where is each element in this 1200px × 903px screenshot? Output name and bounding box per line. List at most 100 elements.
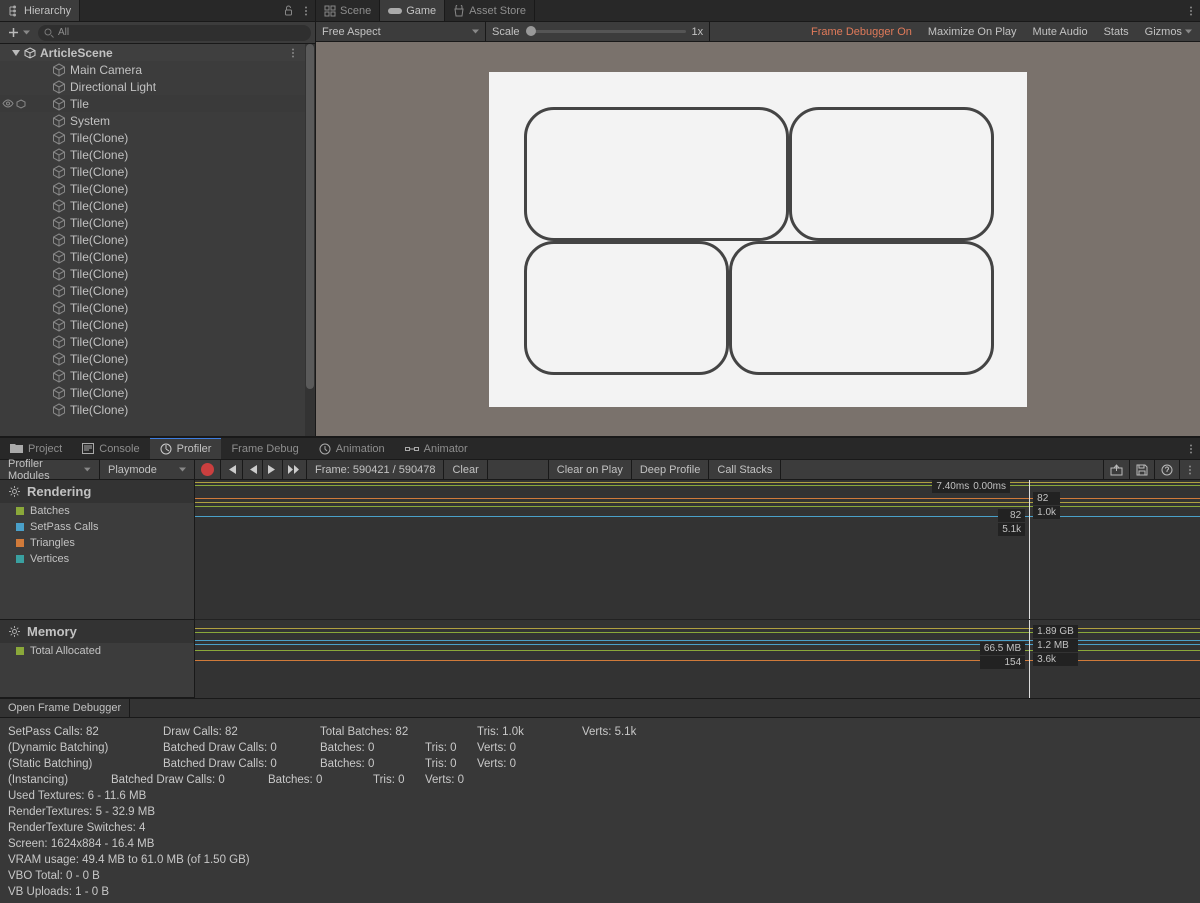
stat: Batched Draw Calls: 0	[163, 756, 320, 772]
hierarchy-item[interactable]: Tile(Clone)	[0, 401, 305, 418]
legend-item: SetPass Calls	[0, 519, 194, 535]
scale-slider[interactable]	[526, 30, 686, 33]
frame-indicator: Frame: 590421 / 590478	[307, 460, 444, 479]
hierarchy-tab[interactable]: Hierarchy	[0, 0, 80, 21]
bottom-tabbar: Project Console Profiler Frame Debug Ani…	[0, 438, 1200, 460]
next-frame-button[interactable]	[263, 460, 283, 479]
deep-profile-button[interactable]: Deep Profile	[632, 460, 710, 479]
stat: Verts: 0	[425, 772, 464, 788]
hierarchy-item[interactable]: Tile(Clone)	[0, 282, 305, 299]
rendering-graph[interactable]: 7.40ms0.00ms 82 1.0k 82 5.1k	[195, 480, 1200, 620]
tab-scene[interactable]: Scene	[316, 0, 380, 21]
stat: Batched Draw Calls: 0	[163, 740, 320, 756]
game-panel: Scene Game Asset Store Free Aspect	[316, 0, 1200, 436]
hierarchy-search[interactable]: All	[38, 25, 311, 41]
tab-animator[interactable]: Animator	[395, 438, 478, 459]
maximize-on-play-button[interactable]: Maximize On Play	[920, 22, 1025, 41]
call-stacks-label: Call Stacks	[717, 464, 772, 476]
tab-project[interactable]: Project	[0, 438, 72, 459]
stat: (Dynamic Batching)	[8, 740, 163, 756]
hierarchy-item[interactable]: Tile(Clone)	[0, 265, 305, 282]
hierarchy-item[interactable]: Tile(Clone)	[0, 214, 305, 231]
prev-frame-button[interactable]	[243, 460, 263, 479]
hierarchy-item[interactable]: Tile(Clone)	[0, 163, 305, 180]
hierarchy-item[interactable]: Tile	[0, 95, 305, 112]
help-button[interactable]	[1155, 460, 1180, 479]
gizmos-dropdown[interactable]: Gizmos	[1137, 22, 1200, 41]
first-frame-button[interactable]	[221, 460, 243, 479]
rendering-section[interactable]: Rendering BatchesSetPass CallsTrianglesV…	[0, 480, 194, 620]
playmode-dropdown[interactable]: Playmode	[100, 460, 195, 479]
stat-setpass: SetPass Calls: 82	[8, 724, 163, 740]
chevron-down-icon	[84, 466, 91, 473]
panel-menu-icon[interactable]	[297, 2, 315, 20]
tab-frame-debug[interactable]: Frame Debug	[221, 438, 308, 459]
game-tile	[789, 107, 994, 241]
stat: Tris: 0	[425, 740, 477, 756]
graph-cursor[interactable]	[1029, 620, 1030, 698]
hierarchy-item[interactable]: Tile(Clone)	[0, 333, 305, 350]
hierarchy-scrollbar[interactable]	[305, 44, 315, 436]
hierarchy-item[interactable]: Main Camera	[0, 61, 305, 78]
chevron-down-icon	[1185, 28, 1192, 35]
mute-audio-button[interactable]: Mute Audio	[1025, 22, 1096, 41]
tab-game[interactable]: Game	[380, 0, 445, 21]
game-tile	[524, 107, 789, 241]
stats-button[interactable]: Stats	[1096, 22, 1137, 41]
hierarchy-item[interactable]: Tile(Clone)	[0, 129, 305, 146]
hierarchy-item[interactable]: Tile(Clone)	[0, 197, 305, 214]
game-tabbar: Scene Game Asset Store	[316, 0, 1200, 22]
slider-thumb[interactable]	[526, 26, 536, 36]
hierarchy-item[interactable]: Tile(Clone)	[0, 384, 305, 401]
profiler-modules-dropdown[interactable]: Profiler Modules	[0, 460, 100, 479]
tab-console[interactable]: Console	[72, 438, 149, 459]
hierarchy-item[interactable]: Tile(Clone)	[0, 248, 305, 265]
save-button[interactable]	[1130, 460, 1155, 479]
panel-lock-icon[interactable]	[279, 2, 297, 20]
hierarchy-item[interactable]: Tile(Clone)	[0, 299, 305, 316]
scrollbar-thumb[interactable]	[306, 44, 314, 389]
tab-animation[interactable]: Animation	[309, 438, 395, 459]
scale-label: Scale	[492, 26, 520, 38]
clear-button[interactable]: Clear	[444, 460, 487, 479]
toolbar-menu[interactable]	[1180, 460, 1200, 479]
marker: 5.1k	[1002, 524, 1021, 535]
marker: 1.2 MB	[1037, 640, 1069, 651]
stat-batches: Total Batches: 82	[320, 724, 477, 740]
rendering-header: Rendering	[0, 480, 194, 503]
frame-debugger-indicator[interactable]: Frame Debugger On	[803, 22, 920, 41]
call-stacks-button[interactable]: Call Stacks	[709, 460, 781, 479]
load-button[interactable]	[1103, 460, 1130, 479]
panel-menu-icon[interactable]	[1182, 440, 1200, 458]
aspect-dropdown[interactable]: Free Aspect	[316, 22, 486, 41]
clear-on-play-button[interactable]: Clear on Play	[548, 460, 632, 479]
profiler-graphs[interactable]: 7.40ms0.00ms 82 1.0k 82 5.1k	[195, 480, 1200, 698]
hierarchy-item[interactable]: System	[0, 112, 305, 129]
record-button[interactable]	[195, 460, 221, 479]
hierarchy-item[interactable]: Tile(Clone)	[0, 367, 305, 384]
memory-graph[interactable]: 1.89 GB 1.2 MB 3.6k 66.5 MB 154	[195, 620, 1200, 698]
marker: 82	[1037, 493, 1048, 504]
hierarchy-item[interactable]: Directional Light	[0, 78, 305, 95]
game-view[interactable]	[316, 42, 1200, 436]
tab-asset-store[interactable]: Asset Store	[445, 0, 535, 21]
panel-menu-icon[interactable]	[1182, 2, 1200, 20]
scene-icon	[324, 5, 336, 17]
create-dropdown[interactable]	[4, 27, 34, 38]
chevron-down-icon	[179, 466, 186, 473]
hierarchy-item[interactable]: Tile(Clone)	[0, 350, 305, 367]
hierarchy-item[interactable]: Tile(Clone)	[0, 316, 305, 333]
hierarchy-item[interactable]: Tile(Clone)	[0, 180, 305, 197]
stat-vram: VRAM usage: 49.4 MB to 61.0 MB (of 1.50 …	[8, 852, 1192, 868]
open-frame-debugger-button[interactable]: Open Frame Debugger	[0, 699, 130, 717]
dots-icon	[1185, 465, 1195, 475]
scene-row[interactable]: ArticleScene	[0, 44, 305, 61]
console-icon	[82, 443, 94, 454]
last-frame-button[interactable]	[283, 460, 307, 479]
graph-cursor[interactable]	[1029, 480, 1030, 619]
hierarchy-item[interactable]: Tile(Clone)	[0, 231, 305, 248]
tab-profiler[interactable]: Profiler	[150, 438, 222, 459]
stat: Tris: 0	[425, 756, 477, 772]
memory-section[interactable]: Memory Total Allocated	[0, 620, 194, 698]
hierarchy-item[interactable]: Tile(Clone)	[0, 146, 305, 163]
